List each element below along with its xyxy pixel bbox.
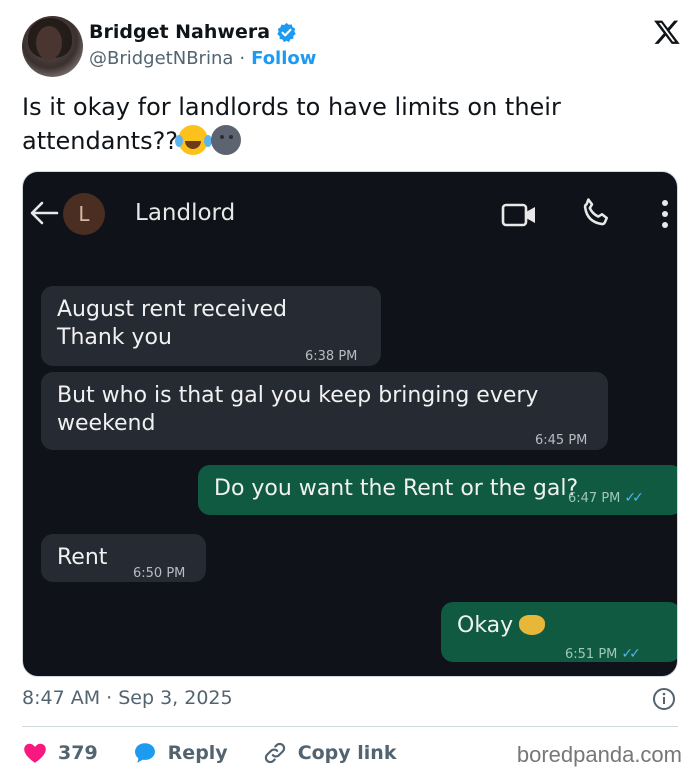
author-handle-row: @BridgetNBrina · Follow bbox=[89, 48, 316, 69]
chat-message-incoming: Rent 6:50 PM bbox=[41, 534, 206, 582]
chat-message-incoming: August rent received Thank you 6:38 PM bbox=[41, 286, 381, 366]
follow-button[interactable]: Follow bbox=[251, 48, 316, 69]
message-line: Okay bbox=[457, 613, 514, 638]
like-button[interactable]: 379 bbox=[22, 740, 98, 766]
chat-topbar: L Landlord bbox=[23, 172, 677, 258]
face-with-tears-of-joy-icon bbox=[175, 125, 209, 155]
like-count: 379 bbox=[58, 742, 98, 764]
tweet-header: Bridget Nahwera @BridgetNBrina · Follow bbox=[22, 16, 682, 80]
author-name-row: Bridget Nahwera bbox=[89, 21, 297, 43]
heart-icon bbox=[24, 743, 46, 763]
message-line: August rent received bbox=[57, 297, 288, 322]
new-moon-face-icon bbox=[211, 125, 242, 155]
tweet-text: Is it okay for landlords to have limits … bbox=[22, 90, 662, 158]
message-line: But who is that gal you keep bringing ev… bbox=[57, 383, 539, 408]
message-time: 6:47 PM bbox=[568, 491, 621, 506]
message-time-row: 6:47 PM ✓✓ bbox=[568, 484, 644, 513]
back-arrow-icon bbox=[30, 201, 59, 225]
handle-separator: · bbox=[239, 48, 246, 69]
handshake-icon bbox=[519, 615, 546, 635]
tweet-media-image[interactable]: L Landlord August rent received Thank yo… bbox=[22, 171, 678, 677]
message-time-row: 6:51 PM ✓✓ bbox=[565, 640, 641, 669]
tweet-timestamp[interactable]: 8:47 AM · Sep 3, 2025 bbox=[22, 687, 233, 709]
chat-message-incoming: But who is that gal you keep bringing ev… bbox=[41, 372, 608, 450]
read-receipt-icon: ✓✓ bbox=[624, 490, 644, 506]
x-logo-icon[interactable] bbox=[652, 18, 682, 46]
video-call-icon bbox=[501, 203, 535, 227]
reply-label: Reply bbox=[167, 742, 228, 764]
message-line: weekend bbox=[57, 411, 156, 436]
reply-bubble-icon bbox=[134, 743, 155, 763]
author-name[interactable]: Bridget Nahwera bbox=[89, 21, 270, 43]
avatar-face bbox=[36, 26, 62, 60]
more-options-icon bbox=[662, 200, 668, 228]
phone-call-icon bbox=[583, 198, 609, 226]
message-time: 6:38 PM bbox=[305, 349, 358, 364]
message-time: 6:50 PM bbox=[133, 566, 186, 581]
chat-message-outgoing: Do you want the Rent or the gal? 6:47 PM… bbox=[198, 465, 677, 515]
author-handle[interactable]: @BridgetNBrina bbox=[89, 48, 233, 69]
contact-avatar: L bbox=[63, 193, 105, 235]
verified-badge-icon bbox=[277, 22, 296, 42]
reply-button[interactable]: Reply bbox=[132, 740, 228, 766]
author-avatar[interactable] bbox=[22, 16, 83, 77]
contact-name: Landlord bbox=[135, 200, 236, 226]
copy-link-label: Copy link bbox=[297, 742, 397, 764]
copy-link-button[interactable]: Copy link bbox=[262, 740, 397, 766]
divider bbox=[22, 726, 678, 727]
tweet-timestamp-row: 8:47 AM · Sep 3, 2025 bbox=[22, 687, 678, 713]
info-icon[interactable] bbox=[652, 687, 676, 711]
watermark: boredpanda.com bbox=[516, 742, 682, 767]
message-content: Okay bbox=[457, 612, 665, 640]
chat-message-outgoing: Okay 6:51 PM ✓✓ bbox=[441, 602, 677, 662]
message-time: 6:51 PM bbox=[565, 647, 618, 662]
tweet-body: Is it okay for landlords to have limits … bbox=[22, 93, 561, 155]
message-time: 6:45 PM bbox=[535, 433, 588, 448]
read-receipt-icon: ✓✓ bbox=[621, 646, 641, 662]
tweet-actions: 379 Reply Copy link bbox=[22, 738, 430, 768]
link-icon bbox=[264, 742, 285, 764]
